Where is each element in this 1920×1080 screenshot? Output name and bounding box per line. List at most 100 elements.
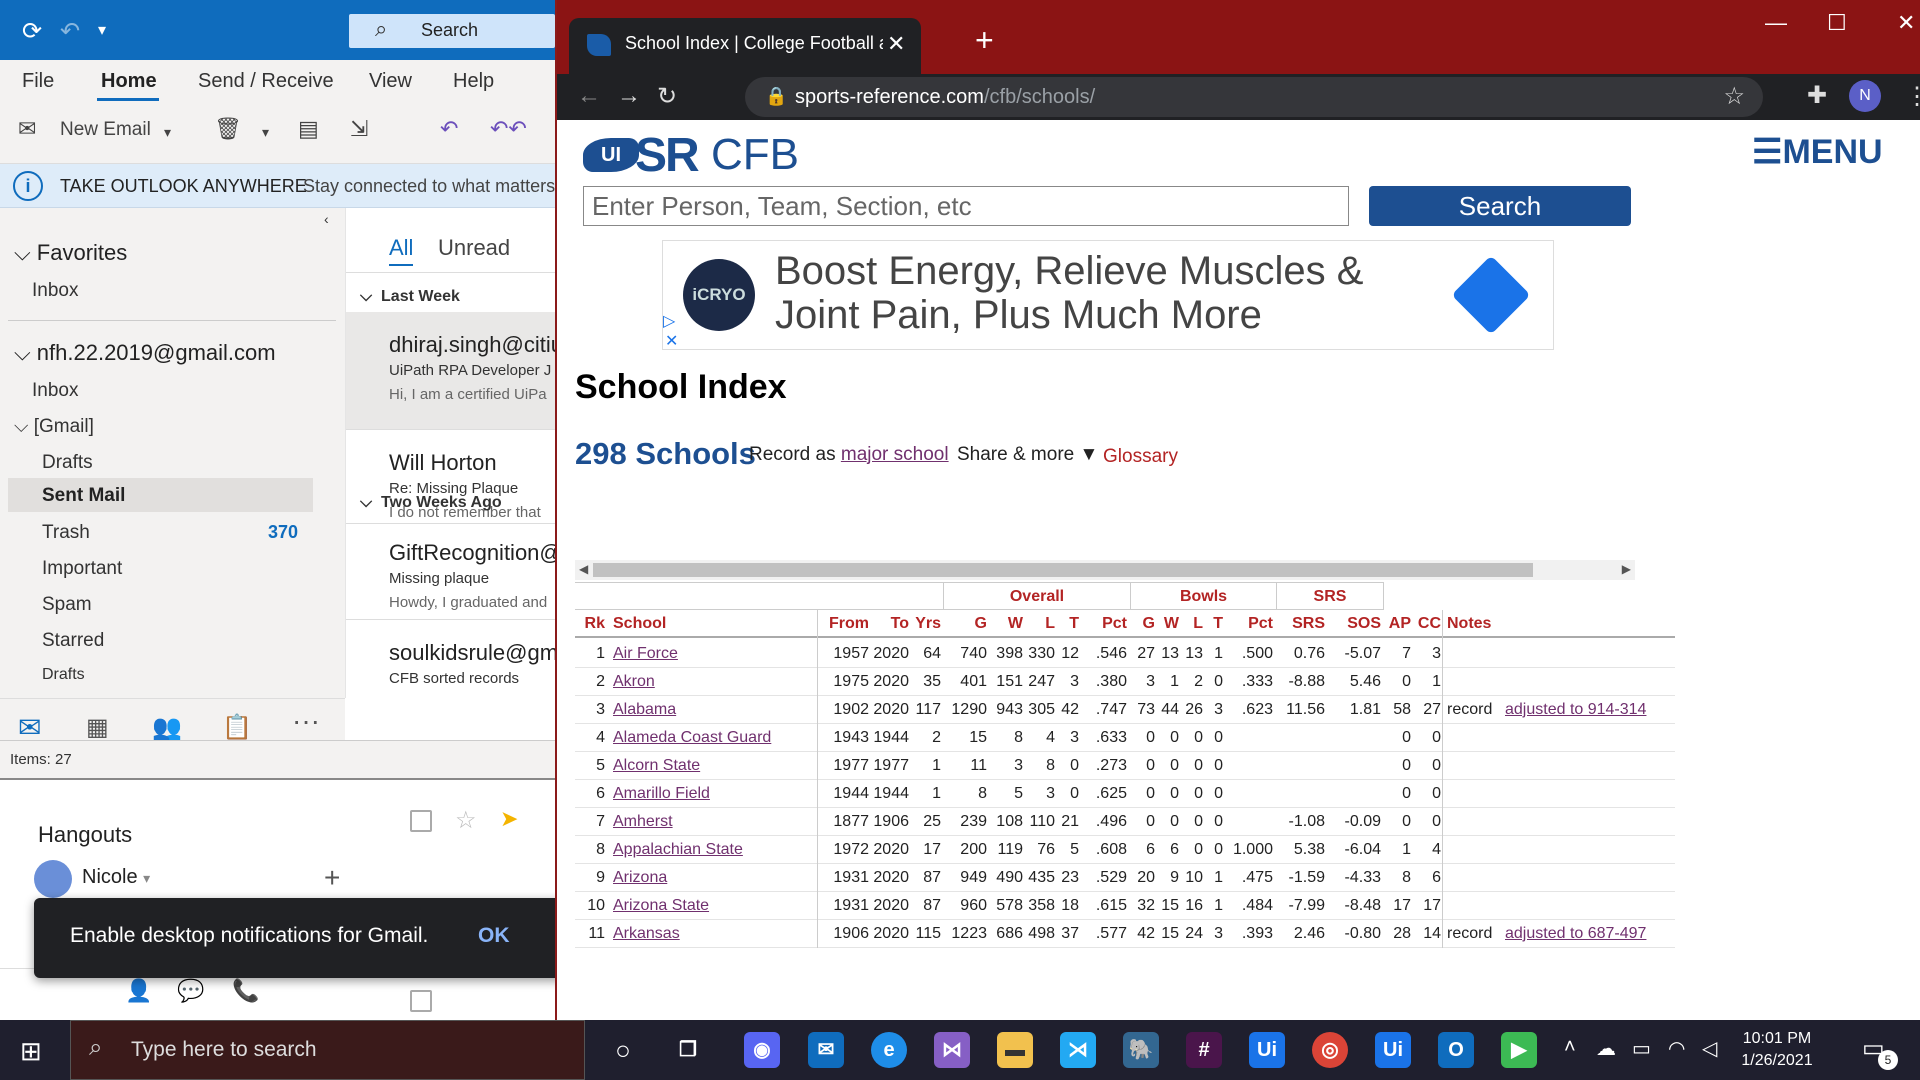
column-header-w[interactable]: W xyxy=(989,615,1023,633)
list-item[interactable]: soulkidsrule@gm CFB sorted records xyxy=(346,620,555,698)
file-explorer-icon[interactable]: ▬ xyxy=(997,1032,1033,1068)
star-icon[interactable]: ☆ xyxy=(455,806,477,835)
ad-close-icon[interactable]: ✕ xyxy=(665,331,678,351)
phone-icon[interactable]: 📞 xyxy=(232,978,259,1004)
reply-icon[interactable]: ↶ xyxy=(440,116,458,142)
site-logo[interactable]: UI SR CFB xyxy=(583,128,799,184)
undo-icon[interactable]: ↶ xyxy=(60,17,80,46)
school-link[interactable]: Akron xyxy=(613,673,813,691)
tray-chevron-icon[interactable]: ˄ xyxy=(1564,1036,1576,1059)
tab-all[interactable]: All xyxy=(389,235,413,261)
envelope-icon[interactable]: ✉ xyxy=(18,116,36,142)
lock-icon[interactable]: 🔒 xyxy=(765,86,787,107)
account-header[interactable]: ⌵ nfh.22.2019@gmail.com xyxy=(14,340,276,366)
column-header-to[interactable]: To xyxy=(873,615,909,633)
ad-arrow-icon[interactable] xyxy=(1451,255,1531,335)
hangouts-icon[interactable]: 💬 xyxy=(177,978,204,1004)
column-header-from[interactable]: From xyxy=(821,615,869,633)
extensions-icon[interactable]: ✚ xyxy=(1807,81,1827,110)
school-link[interactable]: Arkansas xyxy=(613,925,813,943)
menu-help[interactable]: Help xyxy=(453,70,494,93)
glossary-link[interactable]: Glossary xyxy=(1103,446,1178,468)
bookmark-star-icon[interactable]: ☆ xyxy=(1723,82,1745,111)
back-icon[interactable]: ← xyxy=(577,82,601,110)
note-link[interactable]: adjusted to 687-497 xyxy=(1505,925,1646,943)
column-header-w[interactable]: W xyxy=(1157,615,1179,633)
archive-icon[interactable]: ▤ xyxy=(298,116,319,142)
cortana-icon[interactable]: ○ xyxy=(605,1032,641,1068)
folder-drafts-2[interactable]: Drafts xyxy=(42,666,85,684)
new-email-button[interactable]: New Email xyxy=(60,119,151,141)
onedrive-icon[interactable]: ☁ xyxy=(1596,1036,1616,1061)
edge-icon[interactable]: e xyxy=(871,1032,907,1068)
major-school-link[interactable]: major school xyxy=(841,444,949,465)
email-checkbox[interactable] xyxy=(410,810,432,832)
tasks-icon[interactable]: 📋 xyxy=(222,713,252,742)
toast-ok-button[interactable]: OK xyxy=(478,924,510,948)
chevron-down-icon[interactable]: ▾ xyxy=(164,124,171,141)
advertisement[interactable]: iCRYO Boost Energy, Relieve Muscles & Jo… xyxy=(662,240,1554,350)
minimize-icon[interactable]: — xyxy=(1765,10,1787,36)
folder-sent-mail[interactable]: Sent Mail xyxy=(42,485,125,507)
outlook-search-box[interactable]: ⌕ Search xyxy=(349,14,555,48)
share-more-menu[interactable]: Share & more ▼ xyxy=(957,444,1098,466)
delete-icon[interactable]: 🗑 xyxy=(214,116,242,142)
folder-drafts[interactable]: Drafts xyxy=(42,452,93,474)
menu-view[interactable]: View xyxy=(369,70,412,93)
close-window-icon[interactable]: ✕ xyxy=(1897,10,1915,36)
uipath-icon[interactable]: Ui xyxy=(1249,1032,1285,1068)
folder-important[interactable]: Important xyxy=(42,558,122,580)
tab-unread[interactable]: Unread xyxy=(438,235,510,261)
profile-avatar[interactable]: N xyxy=(1849,80,1881,112)
taskbar-clock[interactable]: 10:01 PM 1/26/2021 xyxy=(1732,1028,1822,1072)
column-header-school[interactable]: School xyxy=(613,615,813,633)
school-link[interactable]: Alameda Coast Guard xyxy=(613,729,813,747)
volume-icon[interactable]: ◁ xyxy=(1702,1036,1717,1061)
customize-quick-access-icon[interactable]: ▾ xyxy=(98,20,106,40)
column-header-yrs[interactable]: Yrs xyxy=(911,615,941,633)
move-icon[interactable]: ⇲ xyxy=(350,116,368,142)
outlook-app-icon[interactable]: O xyxy=(1438,1032,1474,1068)
column-header-ap[interactable]: AP xyxy=(1383,615,1411,633)
column-header-l[interactable]: L xyxy=(1025,615,1055,633)
chevron-down-icon[interactable]: ▾ xyxy=(262,124,269,141)
people-icon[interactable]: 👥 xyxy=(152,713,182,742)
site-search-button[interactable]: Search xyxy=(1369,186,1631,226)
column-header-g[interactable]: G xyxy=(1131,615,1155,633)
menu-send-receive[interactable]: Send / Receive xyxy=(198,70,334,93)
school-link[interactable]: Arizona xyxy=(613,869,813,887)
school-link[interactable]: Air Force xyxy=(613,645,813,663)
group-two-weeks-ago[interactable]: ⌵ Two Weeks Ago xyxy=(360,494,502,512)
reload-icon[interactable]: ↻ xyxy=(657,82,677,111)
school-link[interactable]: Arizona State xyxy=(613,897,813,915)
taskbar-search-box[interactable]: ⌕ Type here to search xyxy=(70,1020,585,1080)
hangouts-contact[interactable]: Nicole ▾ xyxy=(82,866,150,889)
task-view-icon[interactable]: ❒ xyxy=(670,1032,706,1068)
menu-file[interactable]: File xyxy=(22,70,54,93)
column-header-pct[interactable]: Pct xyxy=(1225,615,1273,633)
postgres-icon[interactable]: 🐘 xyxy=(1123,1032,1159,1068)
list-item[interactable]: GiftRecognition@ Missing plaque Howdy, I… xyxy=(346,520,555,620)
folder-inbox[interactable]: Inbox xyxy=(32,380,78,402)
avatar[interactable] xyxy=(34,860,72,898)
column-header-srs[interactable]: SRS xyxy=(1277,615,1325,633)
wifi-icon[interactable]: ◠ xyxy=(1668,1036,1685,1061)
mail-app-icon[interactable]: ✉ xyxy=(808,1032,844,1068)
note-link[interactable]: adjusted to 914-314 xyxy=(1505,701,1646,719)
column-header-t[interactable]: T xyxy=(1057,615,1079,633)
media-app-icon[interactable]: ▶ xyxy=(1501,1032,1537,1068)
scroll-right-icon[interactable]: ▶ xyxy=(1622,562,1631,576)
important-marker-icon[interactable]: ➤ xyxy=(500,806,518,832)
uipath-studio-icon[interactable]: Ui xyxy=(1375,1032,1411,1068)
chrome-icon[interactable]: ◎ xyxy=(1312,1032,1348,1068)
new-tab-icon[interactable]: + xyxy=(975,22,994,59)
sync-icon[interactable]: ⟳ xyxy=(22,17,42,46)
more-icon[interactable]: ··· xyxy=(292,705,320,737)
column-header-cc[interactable]: CC xyxy=(1413,615,1441,633)
person-icon[interactable]: 👤 xyxy=(125,978,152,1004)
vscode-icon[interactable]: ⋊ xyxy=(1060,1032,1096,1068)
forward-icon[interactable]: → xyxy=(617,82,641,110)
windows-start-icon[interactable]: ⊞ xyxy=(20,1036,42,1067)
list-item[interactable]: dhiraj.singh@citiu UiPath RPA Developer … xyxy=(346,312,555,430)
folder-trash[interactable]: Trash xyxy=(42,522,90,544)
